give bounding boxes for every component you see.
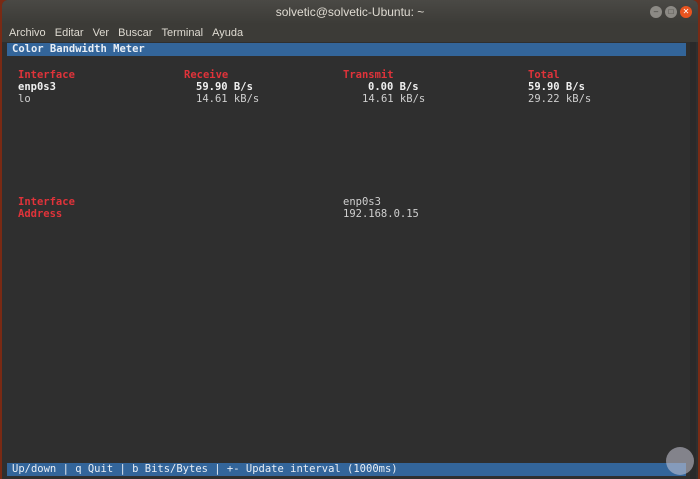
watermark-logo-icon — [666, 447, 694, 475]
menu-buscar[interactable]: Buscar — [118, 27, 152, 39]
scrollbar[interactable] — [690, 42, 696, 479]
row-transmit: 0.00 B/s — [368, 81, 419, 93]
row-iface: lo — [18, 93, 31, 105]
row-receive: 59.90 B/s — [196, 81, 253, 93]
footer-help-bar: Up/down | q Quit | b Bits/Bytes | +- Upd… — [7, 463, 686, 476]
terminal-content[interactable]: Color Bandwidth Meter Interface Receive … — [2, 42, 698, 479]
detail-address-label: Address — [18, 208, 63, 220]
menu-terminal[interactable]: Terminal — [161, 27, 203, 39]
menu-archivo[interactable]: Archivo — [9, 27, 46, 39]
menu-bar: Archivo Editar Ver Buscar Terminal Ayuda — [2, 24, 698, 42]
menu-ayuda[interactable]: Ayuda — [212, 27, 243, 39]
row-receive: 14.61 kB/s — [196, 93, 260, 105]
menu-ver[interactable]: Ver — [93, 27, 110, 39]
header-transmit: Transmit — [343, 69, 394, 81]
close-icon[interactable]: ✕ — [680, 6, 692, 18]
minimize-icon[interactable]: – — [650, 6, 662, 18]
detail-interface-value: enp0s3 — [343, 196, 381, 208]
header-total: Total — [528, 69, 560, 81]
row-total: 29.22 kB/s — [528, 93, 592, 105]
maximize-icon[interactable]: □ — [665, 6, 677, 18]
header-receive: Receive — [184, 69, 229, 81]
detail-address-value: 192.168.0.15 — [343, 208, 419, 220]
row-transmit: 14.61 kB/s — [362, 93, 426, 105]
app-title-bar: Color Bandwidth Meter — [7, 43, 686, 56]
row-total: 59.90 B/s — [528, 81, 585, 93]
title-bar: solvetic@solvetic-Ubuntu: ~ – □ ✕ — [2, 0, 698, 24]
row-iface: enp0s3 — [18, 81, 56, 93]
window-title: solvetic@solvetic-Ubuntu: ~ — [275, 5, 425, 19]
menu-editar[interactable]: Editar — [55, 27, 84, 39]
terminal-window: solvetic@solvetic-Ubuntu: ~ – □ ✕ Archiv… — [2, 0, 698, 479]
detail-interface-label: Interface — [18, 196, 75, 208]
header-interface: Interface — [18, 69, 75, 81]
